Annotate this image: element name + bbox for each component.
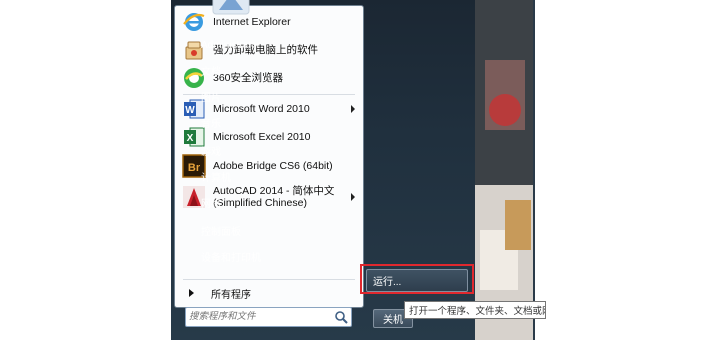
computer-item[interactable]: 计算机 — [195, 165, 295, 187]
all-programs-label: 所有程序 — [211, 289, 251, 301]
tooltip-text: 打开一个程序、文件夹、文档或网站 — [409, 306, 546, 317]
expand-arrow-icon — [189, 289, 194, 297]
documents-item[interactable]: 文档 — [195, 59, 295, 81]
games-item[interactable]: 游戏 — [195, 139, 295, 161]
all-programs-button[interactable]: 所有程序 — [177, 283, 361, 303]
devices-printers-label: 设备和打印机 — [201, 252, 261, 264]
control-panel-item[interactable]: 控制面板 — [195, 219, 295, 241]
program-internet-explorer[interactable]: Internet Explorer — [177, 8, 361, 36]
search-icon[interactable] — [334, 310, 348, 324]
network-item[interactable]: 网络 — [195, 191, 295, 213]
games-label: 游戏 — [201, 146, 221, 158]
separator — [183, 279, 355, 280]
internet-explorer-icon — [182, 10, 206, 34]
music-label: 音乐 — [201, 118, 221, 130]
shutdown-label: 关机 — [383, 315, 403, 326]
user-name-item[interactable]: Administrator — [195, 34, 295, 56]
run-highlight-box — [360, 264, 474, 294]
svg-text:X: X — [187, 133, 194, 144]
search-box[interactable] — [185, 307, 352, 327]
search-input[interactable] — [189, 309, 329, 324]
menu-edge — [533, 0, 535, 340]
control-panel-label: 控制面板 — [201, 226, 241, 238]
documents-label: 文档 — [201, 66, 221, 78]
submenu-arrow-icon[interactable] — [351, 193, 355, 201]
svg-text:W: W — [185, 105, 195, 116]
computer-label: 计算机 — [201, 172, 231, 184]
network-label: 网络 — [201, 198, 221, 210]
pictures-item[interactable]: 图片 — [195, 85, 295, 107]
devices-printers-item[interactable]: 设备和打印机 — [195, 245, 295, 267]
program-label: Internet Explorer — [213, 16, 291, 28]
user-name-label: Administrator — [201, 39, 260, 51]
music-item[interactable]: 音乐 — [195, 111, 295, 133]
desktop-wallpaper-image — [475, 0, 535, 340]
run-tooltip: 打开一个程序、文件夹、文档或网站 — [404, 301, 546, 319]
user-picture[interactable] — [211, 0, 251, 16]
submenu-arrow-icon[interactable] — [351, 105, 355, 113]
pictures-label: 图片 — [201, 92, 221, 104]
